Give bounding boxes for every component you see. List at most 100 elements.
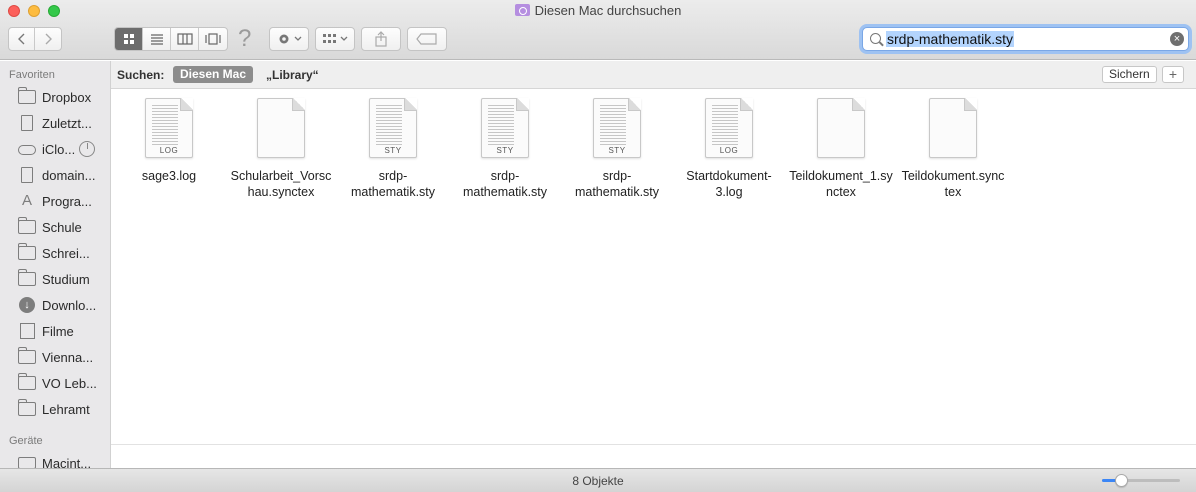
search-field[interactable]: srdp-mathematik.sty ×: [862, 27, 1189, 51]
file-type-tag: LOG: [159, 146, 179, 155]
sidebar: Favoriten Dropbox Zuletzt... iClo... domain…: [0, 61, 111, 468]
save-search-button[interactable]: Sichern: [1102, 66, 1157, 83]
folder-icon: [18, 373, 36, 390]
help-icon[interactable]: ?: [238, 25, 251, 53]
document-icon: [21, 167, 33, 183]
sidebar-item-label: Lehramt: [42, 401, 90, 417]
back-button[interactable]: [9, 28, 35, 50]
document-icon: [929, 98, 977, 158]
icon-view-button[interactable]: [115, 28, 143, 50]
sidebar-item-3[interactable]: domain...: [0, 162, 110, 188]
document-preview-lines: [712, 105, 738, 145]
add-criteria-button[interactable]: +: [1162, 66, 1184, 83]
sidebar-item-label: Vienna...: [42, 349, 94, 365]
search-input[interactable]: srdp-mathematik.sty: [886, 31, 1015, 47]
file-name: Schularbeit_Vorschau.synctex: [230, 169, 332, 199]
sidebar-item-10[interactable]: Vienna...: [0, 344, 110, 370]
arrange-icon: [323, 34, 348, 43]
share-button[interactable]: [361, 27, 401, 51]
sidebar-item-8[interactable]: ↓ Downlo...: [0, 292, 110, 318]
disk-icon: [18, 457, 36, 468]
sidebar-item-label: Schrei...: [42, 245, 90, 261]
file-name: Teildokument.synctex: [901, 169, 1005, 199]
document-icon: [817, 98, 865, 158]
sidebar-item-label: Filme: [42, 323, 74, 339]
coverflow-icon: [205, 33, 221, 45]
sidebar-item-1[interactable]: Zuletzt...: [0, 110, 110, 136]
sidebar-item-7[interactable]: Studium: [0, 266, 110, 292]
share-icon: [375, 31, 387, 47]
sidebar-item-5[interactable]: Schule: [0, 214, 110, 240]
columns-icon: [176, 33, 193, 45]
film-icon: [20, 323, 35, 339]
document-preview-lines: [488, 105, 514, 145]
sidebar-item-4[interactable]: A Progra...: [0, 188, 110, 214]
sidebar-header-favorites: Favoriten: [9, 69, 55, 81]
sidebar-item-0[interactable]: Dropbox: [0, 84, 110, 110]
sidebar-item-9[interactable]: Filme: [0, 318, 110, 344]
file-item[interactable]: LOG Startdokument-3.log: [673, 98, 785, 200]
sidebar-item-2[interactable]: iClo...: [0, 136, 110, 162]
icon-size-slider[interactable]: [1102, 474, 1180, 487]
sidebar-item-label: Progra...: [42, 193, 92, 209]
sidebar-item-11[interactable]: VO Leb...: [0, 370, 110, 396]
list-view-button[interactable]: [143, 28, 171, 50]
clear-search-icon[interactable]: ×: [1170, 32, 1184, 46]
tags-button[interactable]: [407, 27, 447, 51]
file-item[interactable]: Teildokument_1.synctex: [785, 98, 897, 200]
document-preview-lines: [600, 105, 626, 145]
grid-icon: [123, 34, 134, 44]
file-item[interactable]: Schularbeit_Vorschau.synctex: [225, 98, 337, 200]
sidebar-item-label: Studium: [42, 271, 90, 287]
column-view-button[interactable]: [171, 28, 199, 50]
scope-library-button[interactable]: „Library“: [266, 68, 319, 82]
arrange-menu-button[interactable]: [315, 27, 355, 51]
forward-button[interactable]: [35, 28, 61, 50]
view-mode-segmented: [114, 27, 228, 51]
file-item[interactable]: LOG sage3.log: [113, 98, 225, 184]
document-icon: LOG: [705, 98, 753, 158]
sidebar-item-label: Downlo...: [42, 297, 97, 313]
action-menu-button[interactable]: [269, 27, 309, 51]
search-icon: [870, 33, 881, 44]
sidebar-item-label: Macint...: [42, 455, 92, 469]
folder-icon: [18, 217, 36, 234]
file-name: srdp-mathematik.sty: [350, 169, 436, 199]
toolbar: Diesen Mac durchsuchen ? srdp-mathematik…: [0, 0, 1196, 60]
slider-knob[interactable]: [1114, 474, 1128, 487]
file-type-tag: STY: [384, 146, 402, 155]
sidebar-item-12[interactable]: Lehramt: [0, 396, 110, 422]
folder-icon: [18, 243, 36, 260]
chevron-right-icon: [45, 33, 52, 45]
document-icon: LOG: [145, 98, 193, 158]
gear-icon: [279, 34, 302, 44]
sidebar-item-6[interactable]: Schrei...: [0, 240, 110, 266]
folder-icon: [18, 269, 36, 286]
file-name: Startdokument-3.log: [686, 169, 772, 199]
file-name: srdp-mathematik.sty: [574, 169, 660, 199]
scope-label: Suchen:: [117, 68, 165, 82]
folder-icon: [18, 87, 36, 104]
sidebar-item-label: VO Leb...: [42, 375, 97, 391]
sidebar-device-0[interactable]: Macint...: [0, 450, 110, 468]
file-item[interactable]: STY srdp-mathematik.sty: [561, 98, 673, 200]
file-type-tag: STY: [608, 146, 626, 155]
sidebar-item-label: iClo...: [42, 141, 76, 157]
folder-icon: [18, 399, 36, 416]
document-preview-lines: [152, 105, 178, 145]
item-count: 8 Objekte: [572, 474, 624, 488]
folder-icon: [18, 347, 36, 364]
coverflow-view-button[interactable]: [199, 28, 227, 50]
file-item[interactable]: STY srdp-mathematik.sty: [449, 98, 561, 200]
scope-this-mac-button[interactable]: Diesen Mac: [173, 66, 254, 83]
applications-icon: A: [21, 192, 32, 209]
list-icon: [150, 34, 163, 45]
sidebar-item-label: Schule: [42, 219, 82, 235]
sync-progress-icon: [79, 141, 96, 157]
search-scope-bar: Suchen: Diesen Mac „Library“ Sichern +: [111, 61, 1196, 89]
chevron-left-icon: [17, 33, 24, 45]
file-name: srdp-mathematik.sty: [462, 169, 548, 199]
file-item[interactable]: Teildokument.synctex: [897, 98, 1009, 200]
file-item[interactable]: STY srdp-mathematik.sty: [337, 98, 449, 200]
sidebar-item-label: Dropbox: [42, 89, 92, 105]
